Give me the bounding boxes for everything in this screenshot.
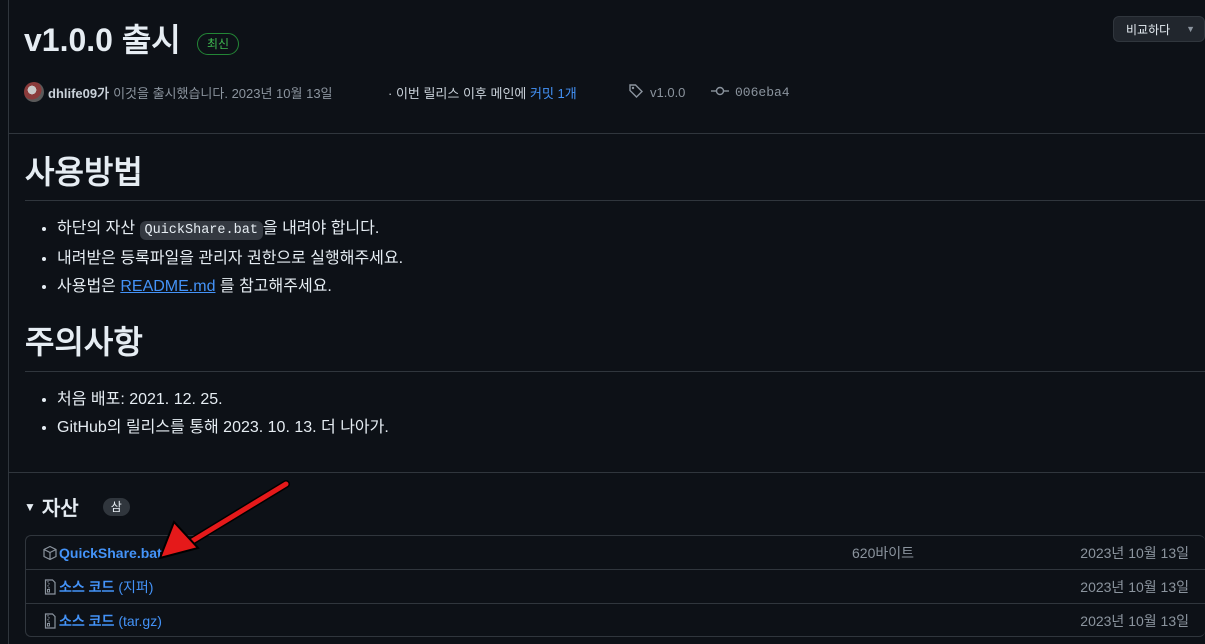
asset-date: 2023년 10월 13일	[1080, 544, 1189, 561]
assets-count-badge: 삼	[102, 497, 130, 516]
since-text: · 이번 릴리스 이후 메인에	[388, 85, 527, 101]
triangle-down-icon: ▼	[24, 499, 36, 514]
inline-code: QuickShare.bat	[139, 221, 263, 240]
section-heading-notes: 주의사항	[25, 324, 143, 360]
compare-button-label: 비교하다	[1126, 22, 1171, 37]
list-item: 처음 배포: 2021. 12. 25.	[57, 386, 389, 414]
section-heading-usage: 사용방법	[25, 154, 143, 190]
asset-row: 소스 코드 (지퍼) 2023년 10월 13일	[26, 569, 1205, 603]
package-icon	[42, 545, 58, 561]
readme-link[interactable]: README.md	[120, 278, 215, 295]
asset-date: 2023년 10월 13일	[1080, 578, 1189, 595]
commit-link[interactable]: 006eba4	[735, 85, 790, 100]
asset-size: 620바이트	[852, 544, 914, 561]
heading-underline	[25, 200, 1205, 201]
avatar[interactable]	[24, 82, 44, 102]
notes-list: 처음 배포: 2021. 12. 25. GitHub의 릴리스를 통해 202…	[25, 386, 389, 442]
file-zip-icon	[42, 612, 58, 629]
usage-list: 하단의 자산 QuickShare.bat을 내려야 합니다. 내려받은 등록파…	[25, 215, 403, 301]
asset-link-source-targz[interactable]: 소스 코드 (tar.gz)	[59, 611, 162, 631]
asset-link-quickshare[interactable]: QuickShare.bat	[59, 545, 162, 561]
file-zip-icon	[42, 578, 58, 595]
released-text: 이것을 출시했습니다. 2023년 10월 13일	[113, 85, 333, 101]
tag-icon	[628, 83, 644, 102]
commits-link[interactable]: 커밋 1개	[530, 83, 577, 102]
asset-date: 2023년 10월 13일	[1080, 612, 1189, 629]
tag-link[interactable]: v1.0.0	[650, 85, 685, 100]
author-link[interactable]: dhlife09가	[48, 83, 109, 102]
commits-since: · 이번 릴리스 이후 메인에 커밋 1개	[388, 82, 577, 102]
asset-link-source-zip[interactable]: 소스 코드 (지퍼)	[59, 577, 153, 597]
list-item: 사용법은 README.md 를 참고해주세요.	[57, 273, 403, 301]
list-item: GitHub의 릴리스를 통해 2023. 10. 13. 더 나아가.	[57, 414, 389, 442]
list-item: 하단의 자산 QuickShare.bat을 내려야 합니다.	[57, 215, 403, 245]
asset-row: 소스 코드 (tar.gz) 2023년 10월 13일	[26, 603, 1205, 637]
release-meta: dhlife09가 이것을 출시했습니다. 2023년 10월 13일	[24, 82, 333, 102]
asset-row: QuickShare.bat 620바이트 2023년 10월 13일	[26, 536, 1205, 569]
assets-list: QuickShare.bat 620바이트 2023년 10월 13일 소스 코…	[25, 535, 1205, 637]
latest-badge: 최신	[197, 33, 240, 55]
divider	[9, 472, 1205, 473]
commit-icon	[711, 83, 729, 102]
caret-down-icon: ▼	[1186, 24, 1196, 34]
left-border	[8, 0, 9, 644]
commit-info: 006eba4	[711, 82, 790, 102]
release-title: v1.0.0 출시	[24, 22, 181, 58]
assets-toggle[interactable]: ▼ 자산 삼	[24, 492, 130, 521]
divider	[9, 133, 1205, 134]
tag-info: v1.0.0	[628, 82, 685, 102]
heading-underline	[25, 371, 1205, 372]
compare-button[interactable]: 비교하다 ▼	[1113, 16, 1205, 42]
list-item: 내려받은 등록파일을 관리자 권한으로 실행해주세요.	[57, 245, 403, 273]
assets-label: 자산	[41, 498, 79, 520]
